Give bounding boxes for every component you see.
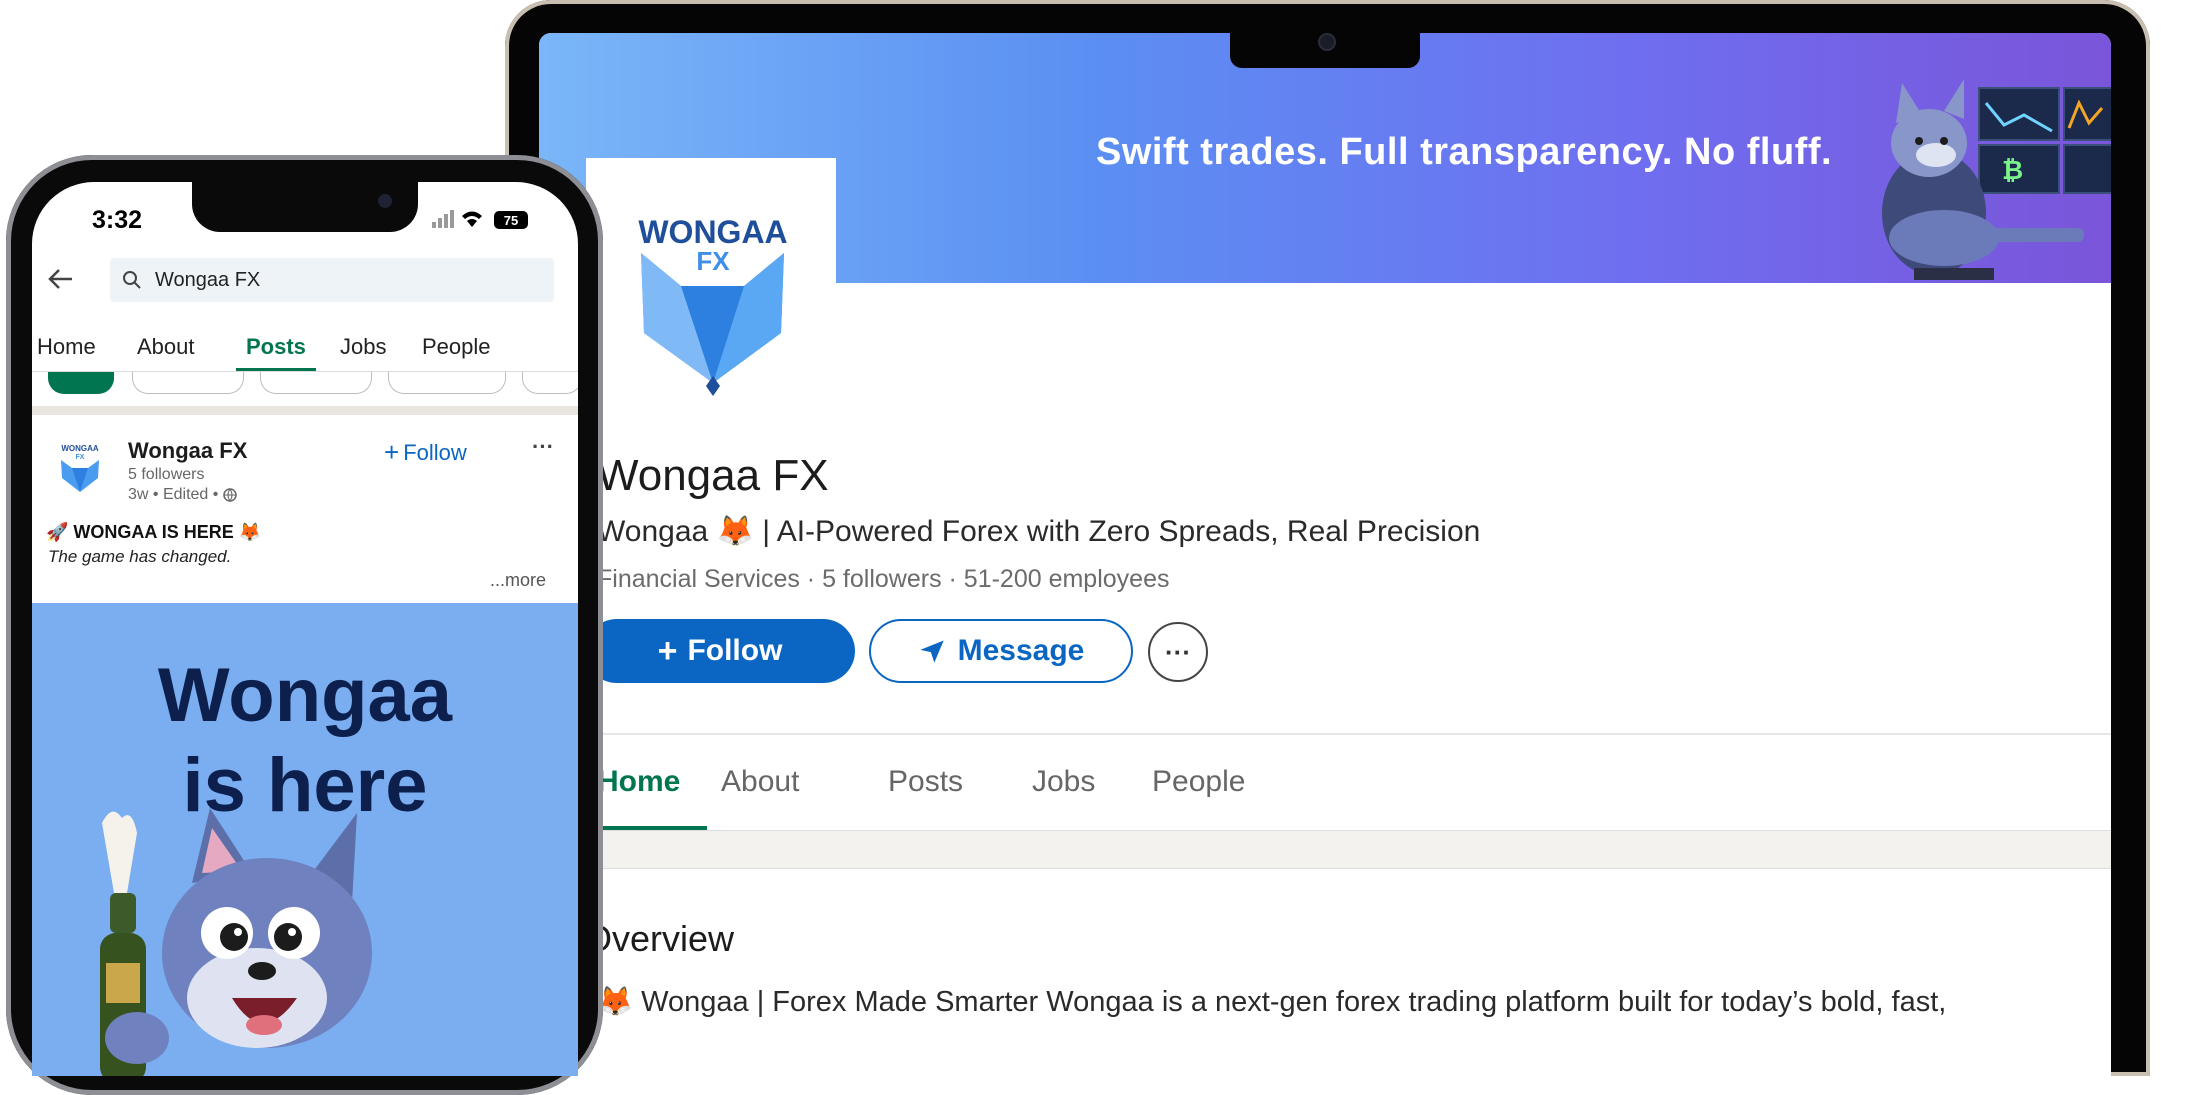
mobile-tab-people[interactable]: People [422, 334, 491, 360]
post-logo-wordmark-fx: FX [76, 454, 85, 461]
mobile-tab-about[interactable]: About [137, 334, 195, 360]
search-input[interactable]: Wongaa FX [110, 258, 554, 302]
tabs-divider [539, 733, 2111, 735]
filter-pill[interactable] [522, 372, 578, 394]
post-author-logo[interactable]: WONGAA FX [52, 440, 108, 496]
search-value: Wongaa FX [155, 269, 261, 291]
company-logo[interactable]: WONGAA FX [586, 158, 836, 408]
tab-jobs[interactable]: Jobs [1032, 765, 1095, 799]
front-camera-icon [378, 194, 392, 208]
overview-title: Overview [584, 918, 735, 959]
feed-separator [32, 406, 578, 415]
laptop-screen: Swift trades. Full transparency. No fluf… [539, 33, 2111, 1076]
filter-pill[interactable] [388, 372, 506, 394]
post-author-followers: 5 followers [128, 466, 205, 483]
follow-button[interactable]: + Follow [585, 619, 855, 683]
filter-pill[interactable] [132, 372, 244, 394]
post-author-name[interactable]: Wongaa FX [128, 438, 247, 464]
overview-text: 🦊 Wongaa | Forex Made Smarter Wongaa is … [597, 986, 1947, 1018]
post-time: 3w • Edited • [128, 486, 219, 503]
logo-wordmark-fx: FX [696, 246, 730, 276]
post-headline: 🚀 WONGAA IS HERE 🦊 [46, 522, 262, 542]
see-more-link[interactable]: ...more [490, 570, 546, 591]
logo-wordmark: WONGAA [638, 214, 787, 250]
battery-level: 75 [504, 213, 518, 228]
company-name: Wongaa FX [597, 451, 829, 500]
post-image[interactable]: Wongaa is here [32, 603, 578, 1076]
more-options-button[interactable]: ··· [1148, 622, 1208, 682]
mobile-tab-posts[interactable]: Posts [246, 334, 306, 360]
search-icon [123, 271, 141, 289]
fox-logo-icon: WONGAA FX [638, 214, 788, 396]
message-button-label: Message [957, 634, 1085, 667]
banner-mascot-illustration: ₿ [1882, 79, 2111, 280]
svg-text:₿: ₿ [2002, 156, 2023, 186]
company-tagline: Wongaa 🦊 | AI-Powered Forex with Zero Sp… [597, 515, 1481, 548]
company-meta: Financial Services · 5 followers · 51-20… [597, 565, 1170, 593]
tab-about[interactable]: About [721, 765, 799, 799]
tab-posts[interactable]: Posts [888, 765, 963, 799]
cellular-signal-icon [432, 210, 454, 228]
wifi-icon [462, 211, 482, 227]
globe-icon [223, 488, 238, 502]
camera-icon [1318, 33, 1336, 51]
status-icons: 75 [432, 210, 528, 229]
post-subtext: The game has changed. [48, 547, 232, 566]
follow-button-label: Follow [687, 634, 783, 667]
mobile-tab-home[interactable]: Home [37, 334, 96, 360]
message-button[interactable]: Message [869, 619, 1133, 683]
post-timestamp-row: 3w • Edited • [128, 486, 238, 504]
filter-pill[interactable] [260, 372, 372, 394]
phone-screen: 3:32 75 Wongaa FX Home About Posts Jobs … [32, 182, 578, 1076]
send-icon [919, 640, 944, 663]
tab-home[interactable]: Home [597, 765, 680, 799]
back-arrow-icon[interactable] [46, 264, 76, 294]
banner-tagline: Swift trades. Full transparency. No fluf… [1095, 131, 1833, 173]
post-image-heading-line1: Wongaa [157, 653, 453, 738]
post-follow-label: Follow [403, 439, 467, 465]
filter-pill-active[interactable] [48, 372, 114, 394]
plus-icon: + [657, 631, 678, 670]
phone-notch [192, 182, 418, 232]
overview-card [539, 868, 2111, 1076]
tab-people[interactable]: People [1152, 765, 1245, 799]
post-more-options-button[interactable]: ··· [532, 434, 554, 460]
post-logo-wordmark: WONGAA [61, 444, 99, 453]
plus-icon: + [384, 437, 400, 467]
fox-mascot-illustration [100, 808, 372, 1076]
post-follow-button[interactable]: + Follow [384, 437, 467, 468]
section-gap [539, 830, 2111, 869]
mobile-tab-jobs[interactable]: Jobs [340, 334, 386, 360]
status-time: 3:32 [92, 206, 143, 234]
